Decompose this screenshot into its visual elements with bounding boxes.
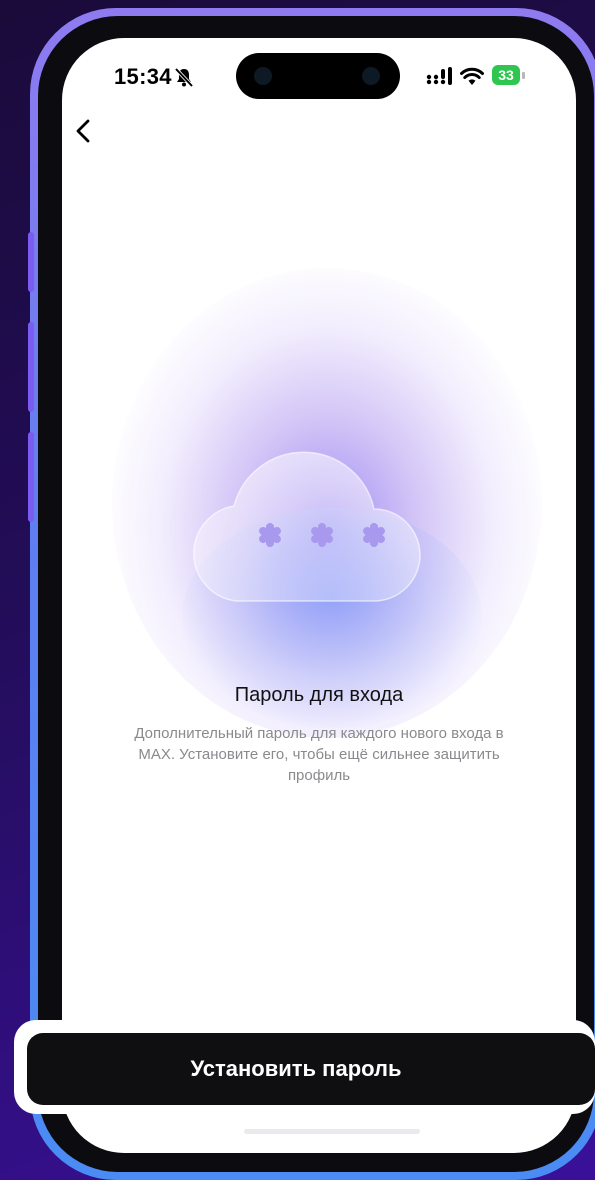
app-screen: 15:34 33 Пароль для входа Дополнительный… (62, 38, 576, 1153)
signal-icon (426, 67, 452, 85)
description-line: MAX. Установите его, чтобы ещё сильнее з… (138, 746, 500, 763)
page-description: Дополнительный пароль для каждого нового… (82, 723, 556, 786)
description-line: профиль (287, 767, 351, 784)
chevron-left-icon (76, 119, 90, 143)
home-indicator (244, 1129, 420, 1134)
status-time: 15:34 (114, 64, 172, 89)
description-line: Дополнительный пароль для каждого нового… (134, 725, 504, 742)
phone-side-button-volume-up (28, 322, 34, 412)
page-title: Пароль для входа (234, 684, 404, 706)
phone-side-button-action (28, 232, 34, 292)
dynamic-island (236, 53, 400, 99)
battery-icon: 33 (492, 63, 528, 87)
sensor-icon (362, 67, 380, 85)
wifi-icon (460, 67, 484, 85)
set-password-label: Установить пароль (190, 1056, 402, 1081)
set-password-button[interactable]: Установить пароль (27, 1033, 595, 1105)
camera-icon (254, 67, 272, 85)
bell-slash-icon (174, 67, 194, 88)
back-button[interactable] (64, 110, 108, 154)
battery-cap (522, 72, 525, 79)
battery-level: 33 (498, 67, 514, 83)
phone-side-button-volume-down (28, 432, 34, 522)
cloud-password-icon (193, 451, 421, 602)
